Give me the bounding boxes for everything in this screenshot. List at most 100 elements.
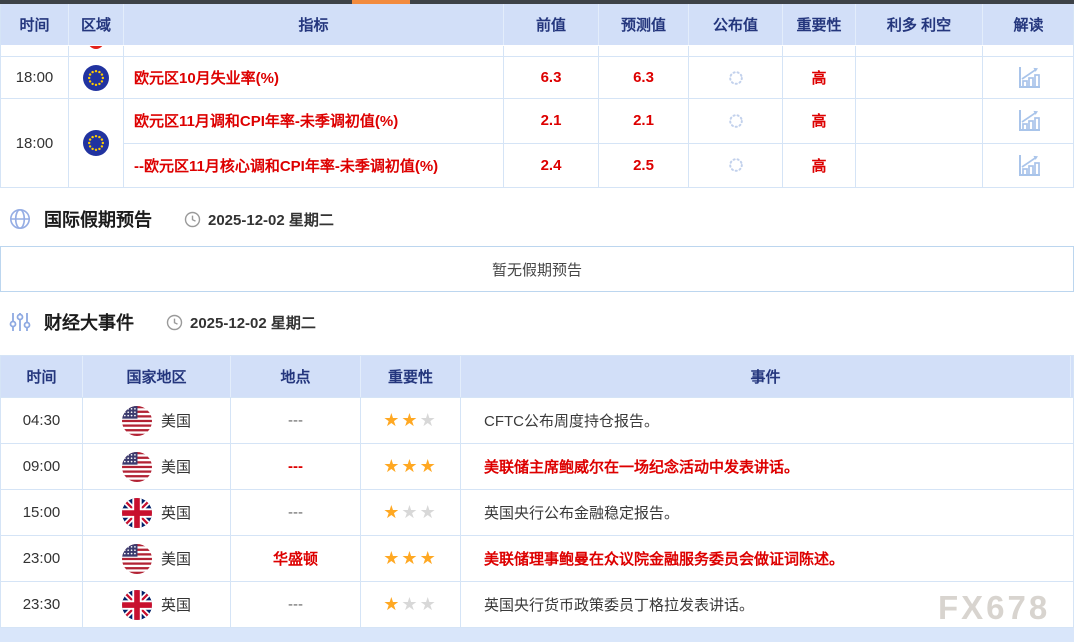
- indicator-header-label: 重要性: [796, 14, 841, 35]
- clock-icon: [166, 314, 183, 331]
- indicator-importance: 高: [783, 57, 856, 98]
- indicator-header-8: 解读: [983, 4, 1074, 45]
- clock-icon: [184, 211, 201, 228]
- indicator-bullish-bearish: [856, 57, 983, 98]
- star-filled-icon: ★: [383, 456, 401, 477]
- indicator-name-link[interactable]: 欧元区11月调和CPI年率-未季调初值(%): [124, 99, 504, 143]
- star-filled-icon: ★: [383, 502, 401, 523]
- indicator-row[interactable]: 18:00欧元区10月失业率(%)6.36.3 高: [1, 57, 1073, 99]
- indicator-header-label: 解读: [1013, 14, 1043, 35]
- event-description-link[interactable]: 美联储理事鲍曼在众议院金融服务委员会做证词陈述。: [461, 536, 1071, 581]
- importance-text: 高: [811, 155, 826, 176]
- spinner-icon: [728, 157, 744, 173]
- events-header-label: 重要性: [388, 366, 433, 387]
- event-row[interactable]: 23:30 英国---★★★英国央行货币政策委员丁格拉发表讲话。: [1, 582, 1073, 628]
- value-text: 6.3: [633, 69, 654, 86]
- indicator-subrows: 欧元区11月调和CPI年率-未季调初值(%) 2.1 2.1 高 --欧元区11月核…: [124, 99, 1074, 187]
- event-location: 华盛顿: [231, 536, 361, 581]
- holiday-empty-message: 暂无假期预告: [492, 259, 582, 280]
- event-row[interactable]: 23:00 美国华盛顿★★★美联储理事鲍曼在众议院金融服务委员会做证词陈述。: [1, 536, 1073, 582]
- country-name: 美国: [161, 410, 191, 431]
- value-text: 2.5: [633, 157, 654, 174]
- event-row[interactable]: 09:00 美国---★★★美联储主席鲍威尔在一场纪念活动中发表讲话。: [1, 444, 1073, 490]
- indicator-table-header-row: 时间区域指标前值预测值公布值重要性利多 利空解读: [1, 4, 1073, 46]
- star-filled-icon: ★: [401, 456, 419, 477]
- location-text: ---: [288, 458, 303, 475]
- indicator-name-text: --欧元区11月核心调和CPI年率-未季调初值(%): [134, 155, 438, 176]
- indicator-previous-value: 2.1: [504, 99, 599, 143]
- chart-icon: [1016, 65, 1042, 90]
- event-country: 美国: [83, 398, 231, 443]
- country-name: 美国: [161, 548, 191, 569]
- indicator-subrow[interactable]: --欧元区11月核心调和CPI年率-未季调初值(%)2.42.5 高: [124, 144, 1074, 188]
- country-name: 英国: [161, 594, 191, 615]
- indicator-header-7: 利多 利空: [856, 4, 983, 45]
- star-filled-icon: ★: [383, 548, 401, 569]
- indicator-header-label: 利多 利空: [887, 14, 951, 35]
- indicator-row[interactable]: 18:00欧元区11月调和CPI年率-未季调初值(%)2.12.1 高 --欧元…: [1, 99, 1073, 188]
- cut-off-flag-icon: [88, 46, 104, 49]
- event-text: 美联储理事鲍曼在众议院金融服务委员会做证词陈述。: [461, 548, 844, 569]
- indicator-header-label: 预测值: [621, 14, 666, 35]
- indicator-subrow[interactable]: 欧元区11月调和CPI年率-未季调初值(%) 2.1 2.1 高: [124, 99, 1074, 144]
- event-country: 美国: [83, 536, 231, 581]
- indicator-header-1: 区域: [69, 4, 124, 45]
- star-filled-icon: ★: [420, 548, 438, 569]
- indicator-header-label: 公布值: [713, 14, 758, 35]
- value-text: 2.1: [633, 112, 654, 129]
- star-empty-icon: ★: [401, 502, 419, 523]
- event-row[interactable]: 15:00 英国---★★★英国央行公布金融稳定报告。: [1, 490, 1073, 536]
- event-description-link[interactable]: 美联储主席鲍威尔在一场纪念活动中发表讲话。: [461, 444, 1071, 489]
- event-importance-stars: ★★★: [361, 536, 461, 581]
- holiday-section-title: 国际假期预告: [44, 206, 152, 232]
- indicator-interpretation-button[interactable]: [983, 144, 1074, 188]
- partial-cell-4: [599, 46, 689, 57]
- indicator-header-3: 前值: [504, 4, 599, 45]
- event-country: 英国: [83, 490, 231, 535]
- indicator-forecast-value: 6.3: [599, 57, 689, 98]
- event-description-link[interactable]: CFTC公布周度持仓报告。: [461, 398, 1071, 443]
- time-text: 04:30: [23, 412, 61, 429]
- event-description-link[interactable]: 英国央行公布金融稳定报告。: [461, 490, 1071, 535]
- indicator-forecast-value: 2.5: [599, 144, 689, 188]
- star-empty-icon: ★: [420, 502, 438, 523]
- partial-cell-7: [856, 46, 983, 57]
- partial-cell-3: [504, 46, 599, 57]
- indicator-published-pending: [689, 144, 783, 188]
- spinner-icon: [728, 113, 744, 129]
- us-flag-icon: [122, 406, 152, 436]
- indicator-time: 18:00: [1, 57, 69, 98]
- indicator-name-text: 欧元区11月调和CPI年率-未季调初值(%): [134, 110, 398, 131]
- indicator-region-flag: [69, 57, 124, 98]
- event-row[interactable]: 04:30 美国---★★★CFTC公布周度持仓报告。: [1, 398, 1073, 444]
- star-filled-icon: ★: [383, 410, 401, 431]
- event-location: ---: [231, 444, 361, 489]
- indicator-previous-value: 6.3: [504, 57, 599, 98]
- location-text: ---: [288, 412, 303, 429]
- time-text: 09:00: [23, 458, 61, 475]
- event-description-link[interactable]: 英国央行货币政策委员丁格拉发表讲话。: [461, 582, 1071, 627]
- event-importance-stars: ★★★: [361, 582, 461, 627]
- holiday-section-header: 国际假期预告 2025-12-02 星期二: [0, 205, 334, 233]
- indicator-importance: 高: [783, 144, 856, 188]
- event-time: 23:30: [1, 582, 83, 627]
- events-header-label: 国家地区: [126, 366, 186, 387]
- indicator-name-link[interactable]: --欧元区11月核心调和CPI年率-未季调初值(%): [124, 144, 504, 188]
- indicator-importance: 高: [783, 99, 856, 143]
- importance-text: 高: [811, 67, 826, 88]
- indicator-interpretation-button[interactable]: [983, 99, 1074, 143]
- event-time: 15:00: [1, 490, 83, 535]
- star-filled-icon: ★: [401, 548, 419, 569]
- indicator-bullish-bearish: [856, 99, 983, 143]
- event-text: CFTC公布周度持仓报告。: [461, 410, 659, 431]
- importance-text: 高: [811, 110, 826, 131]
- uk-flag-icon: [122, 590, 152, 620]
- indicator-interpretation-button[interactable]: [983, 57, 1074, 98]
- partial-cell-2: [124, 46, 504, 57]
- star-filled-icon: ★: [401, 410, 419, 431]
- eu-flag-icon: [83, 130, 109, 156]
- indicator-header-4: 预测值: [599, 4, 689, 45]
- us-flag-icon: [122, 452, 152, 482]
- indicator-published-pending: [689, 99, 783, 143]
- indicator-name-link[interactable]: 欧元区10月失业率(%): [124, 57, 504, 98]
